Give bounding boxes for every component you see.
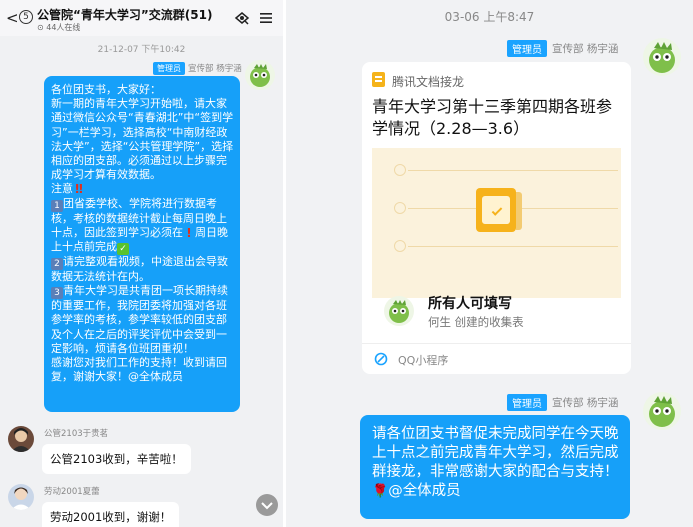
message-bubble[interactable]: 劳动2001收到，谢谢！ xyxy=(42,502,180,527)
avatar-icon[interactable] xyxy=(643,392,681,430)
scroll-down-icon[interactable] xyxy=(256,494,278,516)
sender-name: 宣传部 杨宇涵 xyxy=(552,397,619,409)
message-timestamp: 03-06 上午8:47 xyxy=(444,10,535,24)
mention-all: @全体成员 xyxy=(388,483,461,499)
notice-label: 注意 xyxy=(51,182,73,196)
avatar-icon xyxy=(384,296,414,326)
sender-name: 劳动2001夏蕾 xyxy=(44,487,100,497)
item3-body: 青年大学习是共青团一项长期持续的重要工作，我院团委将加强对各班参学率的考核，参学… xyxy=(51,284,228,355)
chat-header: < 5 公管院“青年大学习”交流群(51) ⊙ 44人在线 xyxy=(0,0,283,36)
exclamation-icon: ! xyxy=(186,225,192,240)
mini-program-label: QQ小程序 xyxy=(398,354,449,367)
list-line xyxy=(408,246,618,247)
reminder-text: 请各位团支书督促未完成同学在今天晚上十点之前完成青年大学习，然后完成群接龙，非常… xyxy=(372,426,619,480)
card-footer: QQ小程序 xyxy=(362,343,631,374)
list-dot xyxy=(394,240,406,252)
right-chat-panel: 03-06 上午8:47 管理员 宣传部 杨宇涵 腾讯文档接龙 青年大学习第十三… xyxy=(286,0,693,527)
card-title: 青年大学习第十三季第四期各班参学情况（2.28—3.6） xyxy=(372,97,613,138)
message-timestamp: 21-12-07 下午10:42 xyxy=(97,45,186,55)
avatar-icon[interactable] xyxy=(245,60,275,90)
qq-mini-program-icon xyxy=(374,352,388,366)
card-creator: 何生 创建的收集表 xyxy=(428,315,524,329)
item2-text: 2 请完整观看视频，中途退出会导致数据无法统计在内。 xyxy=(51,255,234,284)
para1-text: 新一期的青年大学习开始啦，请大家通过微信公众号“青春湖北”中“签到学习”一栏学习… xyxy=(51,97,234,182)
admin-badge: 管理员 xyxy=(507,40,547,57)
number-two-icon: 2 xyxy=(51,258,63,271)
warning-icon: ‼ xyxy=(75,182,83,197)
card-brand: 腾讯文档接龙 xyxy=(392,75,465,89)
group-title: 公管院“青年大学习”交流群(51) xyxy=(37,8,213,22)
avatar-icon[interactable] xyxy=(643,38,681,76)
number-three-icon: 3 xyxy=(51,287,63,300)
reminder-bubble[interactable]: 请各位团支书督促未完成同学在今天晚上十点之前完成青年大学习，然后完成群接龙，非常… xyxy=(360,415,630,519)
docs-card[interactable]: 腾讯文档接龙 青年大学习第十三季第四期各班参学情况（2.28—3.6） 所有人可… xyxy=(362,62,631,374)
notice-line: 注意 ‼ xyxy=(51,182,234,196)
menu-icon[interactable] xyxy=(259,11,273,25)
greeting-text: 各位团支书，大家好： xyxy=(51,83,161,96)
list-dot xyxy=(394,164,406,176)
screenshot-root: < 5 公管院“青年大学习”交流群(51) ⊙ 44人在线 21-12-07 下… xyxy=(0,0,693,527)
list-line xyxy=(408,170,618,171)
doc-icon xyxy=(372,72,385,87)
check-doc-icon xyxy=(476,188,522,232)
unread-badge[interactable]: 5 xyxy=(19,10,33,24)
item1-text: 1 团省委学校、学院将进行数据考核，考核的数据统计截止每周日晚上十点，因此签到学习… xyxy=(51,197,234,256)
sender-name: 宣传部 杨宇涵 xyxy=(552,43,619,55)
online-count-text: 44人在线 xyxy=(46,23,81,32)
group-share-icon[interactable] xyxy=(234,10,250,26)
rose-icon: 🌹 xyxy=(372,484,389,499)
number-one-icon: 1 xyxy=(51,199,63,212)
message-bubble[interactable]: 公管2103收到，辛苦啦！ xyxy=(42,444,191,474)
admin-badge: 管理员 xyxy=(153,62,185,75)
avatar-icon[interactable] xyxy=(8,484,34,510)
left-chat-panel: < 5 公管院“青年大学习”交流群(51) ⊙ 44人在线 21-12-07 下… xyxy=(0,0,283,527)
sender-name: 宣传部 杨宇涵 xyxy=(188,64,242,74)
item2-body: 请完整观看视频，中途退出会导致数据无法统计在内。 xyxy=(51,255,228,284)
list-dot xyxy=(394,202,406,214)
check-icon: ✓ xyxy=(117,243,129,256)
announcement-bubble[interactable]: 各位团支书，大家好： 新一期的青年大学习开始啦，请大家通过微信公众号“青春湖北”… xyxy=(44,76,240,412)
admin-badge: 管理员 xyxy=(507,394,547,411)
sender-name: 公管2103于贵茗 xyxy=(44,429,109,439)
online-count: ⊙ 44人在线 xyxy=(37,23,81,32)
fill-permission: 所有人可填写 xyxy=(428,296,512,312)
back-icon[interactable]: < xyxy=(6,9,19,27)
item3-text: 3 青年大学习是共青团一项长期持续的重要工作，我院团委将加强对各班参学率的考核，参… xyxy=(51,284,234,356)
avatar-icon[interactable] xyxy=(8,426,34,452)
card-preview xyxy=(372,148,621,298)
thanks-text: 感谢您对我们工作的支持！收到请回复，谢谢大家！@全体成员 xyxy=(51,356,227,384)
